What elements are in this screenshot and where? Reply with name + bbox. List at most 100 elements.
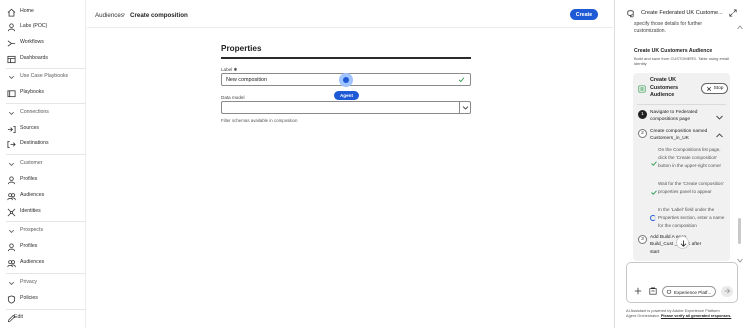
chevron-down-icon bbox=[8, 162, 15, 166]
stop-button-label: Stop bbox=[713, 86, 724, 91]
nav-group-label: Use Case Playbooks bbox=[20, 73, 69, 79]
step-number: 3 bbox=[638, 235, 647, 244]
user-icon bbox=[7, 176, 16, 185]
plan-section-description: Build and save from CUSTOMERS. Table usi… bbox=[634, 56, 730, 66]
nav-divider bbox=[6, 221, 86, 222]
plan-card-title: Create UK Customers Audience bbox=[650, 77, 679, 99]
attachment-icon[interactable] bbox=[649, 287, 657, 295]
disclaimer-link[interactable]: Please verify all generated responses. bbox=[661, 313, 732, 318]
nav-group-label: Prospects bbox=[20, 227, 44, 233]
breadcrumb-separator: › bbox=[123, 11, 126, 18]
properties-heading: Properties bbox=[221, 44, 262, 53]
assistant-icon bbox=[627, 10, 634, 18]
chevron-down-icon bbox=[8, 111, 15, 115]
chevron-up-icon[interactable] bbox=[716, 133, 723, 138]
nav-label: Labs (POC) bbox=[20, 23, 48, 29]
send-icon bbox=[724, 288, 730, 294]
nav-label: Dashboards bbox=[20, 55, 48, 61]
nav-group-prospects[interactable]: Prospects bbox=[0, 225, 86, 239]
nav-group-privacy[interactable]: Privacy bbox=[0, 277, 86, 291]
plus-icon[interactable] bbox=[634, 287, 642, 295]
close-icon bbox=[706, 86, 711, 91]
stop-button[interactable]: Stop bbox=[701, 83, 728, 94]
nav-label: Edit bbox=[14, 314, 23, 320]
substep-text: On the Compositions list page, click the… bbox=[658, 147, 722, 168]
playbook-icon bbox=[7, 90, 16, 98]
nav-edit[interactable]: Edit bbox=[0, 312, 86, 326]
agent-cursor bbox=[339, 73, 353, 87]
home-icon bbox=[7, 8, 16, 17]
properties-divider bbox=[221, 57, 471, 59]
assistant-title: Create Federated UK Custome... bbox=[641, 10, 723, 16]
workflow-icon bbox=[7, 40, 16, 47]
audiences-icon bbox=[7, 260, 16, 268]
chevron-down-icon bbox=[8, 75, 15, 79]
nav-label: Destinations bbox=[20, 140, 49, 146]
step-number: 1 bbox=[638, 110, 647, 119]
nav-label: Home bbox=[20, 8, 34, 14]
nav-group-label: Connections bbox=[20, 109, 49, 115]
checkmark-icon bbox=[458, 77, 465, 83]
nav-home[interactable]: Home bbox=[0, 6, 86, 20]
nav-destinations[interactable]: Destinations bbox=[0, 138, 86, 152]
labs-icon bbox=[7, 23, 16, 32]
step-text[interactable]: Navigate to Federated compositions page bbox=[650, 109, 710, 124]
nav-label: Audiences bbox=[20, 259, 45, 265]
data-model-field[interactable] bbox=[221, 101, 460, 114]
nav-label: Profiles bbox=[20, 176, 38, 182]
breadcrumb-audiences[interactable]: Audiences bbox=[95, 12, 124, 19]
nav-label: Workflows bbox=[20, 39, 44, 45]
checkmark-icon bbox=[651, 190, 657, 195]
shield-icon bbox=[7, 295, 16, 304]
nav-policies[interactable]: Policies bbox=[0, 293, 86, 307]
sources-icon bbox=[7, 125, 16, 134]
nav-label: Identities bbox=[20, 208, 41, 214]
nav-prospect-audiences[interactable]: Audiences bbox=[0, 257, 86, 271]
assistant-intro-text: specify those details for further custom… bbox=[634, 21, 703, 35]
plan-card-divider bbox=[637, 104, 726, 105]
nav-group-label: Privacy bbox=[20, 279, 38, 285]
nav-label: Playbooks bbox=[20, 89, 44, 95]
nav-identities[interactable]: Identities bbox=[0, 206, 86, 220]
step-text[interactable]: Create composition named Customers_in_UK bbox=[650, 128, 710, 143]
data-model-dropdown-button[interactable] bbox=[459, 101, 471, 114]
expand-icon[interactable] bbox=[729, 9, 737, 17]
scrollbar-thumb[interactable] bbox=[738, 218, 741, 244]
step-number: 2 bbox=[638, 129, 647, 138]
context-chip[interactable]: Experience Platf... bbox=[662, 286, 716, 297]
nav-divider bbox=[6, 103, 86, 104]
scroll-down-icon[interactable] bbox=[737, 258, 743, 263]
nav-group-connections[interactable]: Connections bbox=[0, 107, 86, 121]
scroll-up-icon[interactable] bbox=[737, 25, 743, 30]
chevron-down-icon bbox=[8, 229, 15, 233]
scroll-to-bottom-button[interactable] bbox=[676, 236, 689, 249]
label-field-value: New composition bbox=[226, 77, 268, 83]
left-nav: Home Labs (POC) Workflows Dashboards Use… bbox=[0, 0, 86, 328]
agent-badge: Agent bbox=[334, 91, 359, 100]
nav-group-customer[interactable]: Customer bbox=[0, 158, 86, 172]
context-chip-label: Experience Platf... bbox=[674, 289, 712, 295]
nav-dashboards[interactable]: Dashboards bbox=[0, 53, 86, 67]
nav-sources[interactable]: Sources bbox=[0, 123, 86, 137]
nav-workflows[interactable]: Workflows bbox=[0, 37, 86, 51]
data-model-label: Data model bbox=[221, 95, 245, 100]
send-button[interactable] bbox=[721, 286, 733, 297]
create-button[interactable]: Create bbox=[570, 9, 598, 20]
identities-icon bbox=[7, 208, 16, 217]
nav-divider bbox=[6, 68, 86, 69]
nav-divider bbox=[6, 273, 86, 274]
arrow-down-icon bbox=[680, 240, 687, 247]
nav-group-use-case-playbooks[interactable]: Use Case Playbooks bbox=[0, 71, 86, 85]
nav-customer-audiences[interactable]: Audiences bbox=[0, 190, 86, 204]
checkmark-icon bbox=[651, 161, 657, 166]
nav-label: Sources bbox=[20, 125, 40, 131]
dashboard-icon bbox=[7, 55, 16, 64]
nav-playbooks[interactable]: Playbooks bbox=[0, 87, 86, 101]
nav-group-label: Customer bbox=[20, 160, 43, 166]
nav-labs[interactable]: Labs (POC) bbox=[0, 21, 86, 35]
nav-prospect-profiles[interactable]: Profiles bbox=[0, 241, 86, 255]
platform-icon bbox=[666, 289, 672, 294]
nav-divider bbox=[6, 154, 86, 155]
nav-customer-profiles[interactable]: Profiles bbox=[0, 174, 86, 188]
chevron-down-icon[interactable] bbox=[716, 115, 723, 120]
